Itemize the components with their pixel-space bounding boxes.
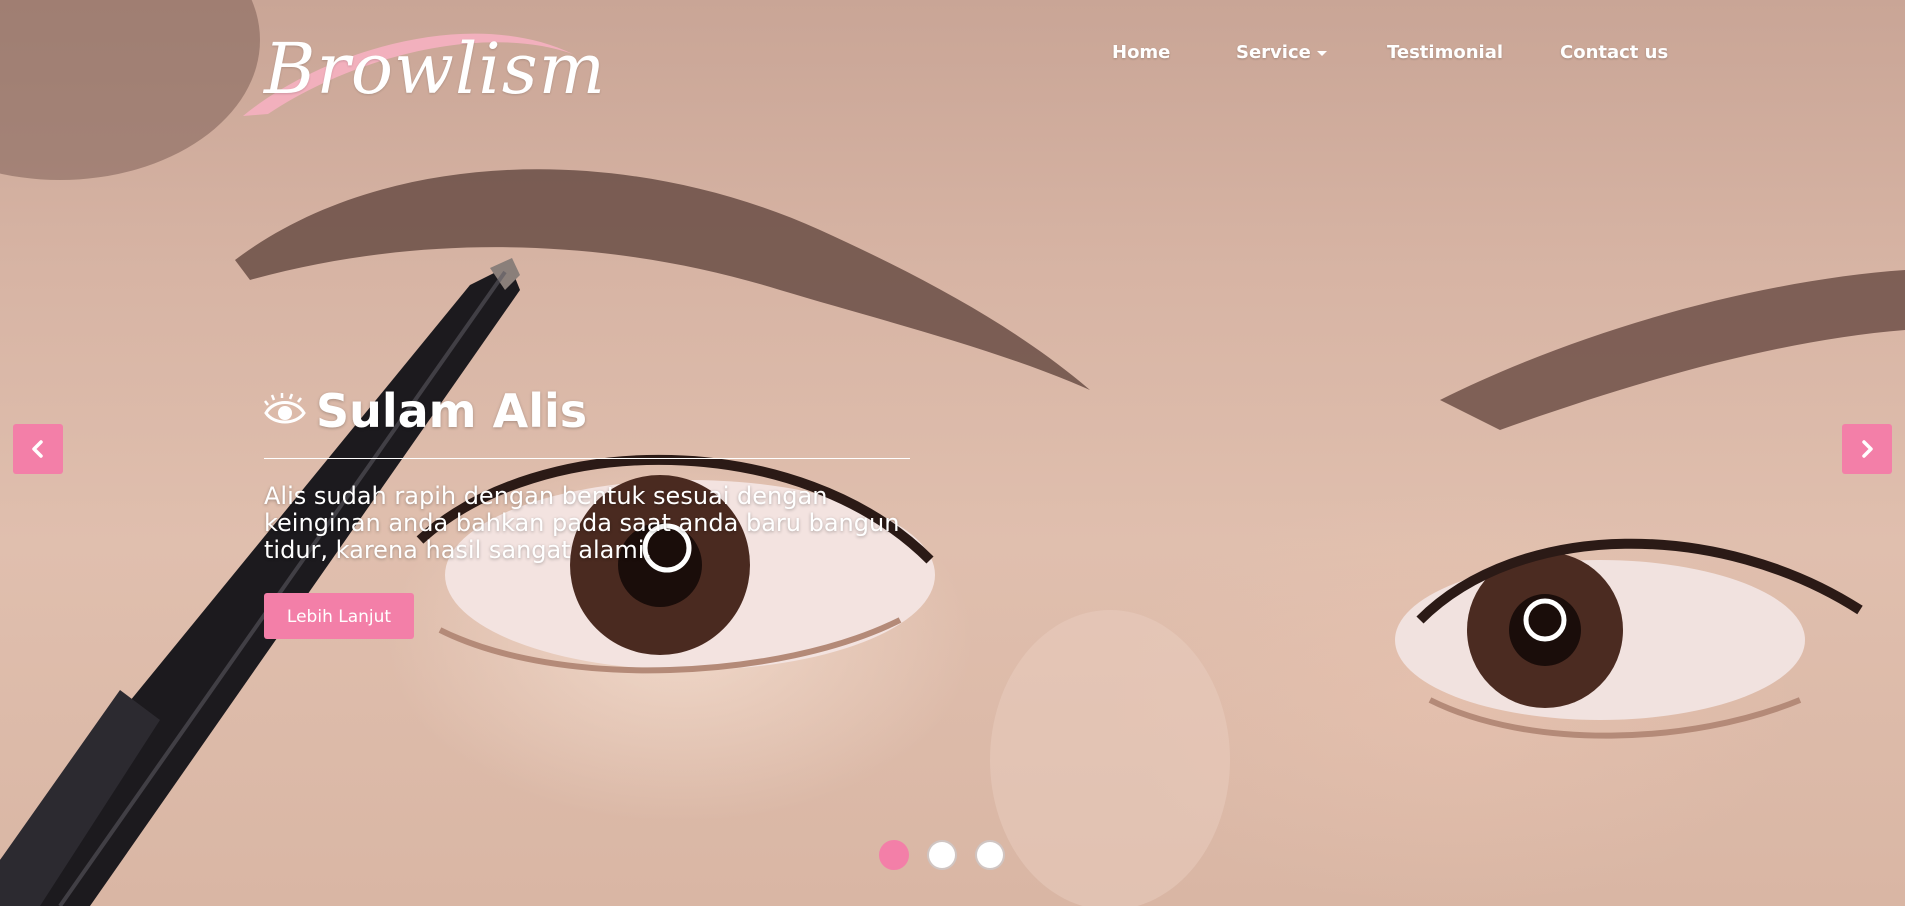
chevron-right-icon [1862,440,1873,458]
nav-service[interactable]: Service [1236,42,1327,63]
caret-down-icon [1316,50,1327,56]
chevron-left-icon [32,440,43,458]
hero-carousel: Browlism Home Service Testimonial Contac… [0,0,1905,906]
nav-contact[interactable]: Contact us [1560,42,1668,63]
carousel-next-button[interactable] [1842,424,1892,474]
learn-more-button[interactable]: Lebih Lanjut [264,593,414,639]
caption-description: Alis sudah rapih dengan bentuk sesuai de… [264,482,900,564]
carousel-dot-2[interactable] [927,840,957,870]
caption-title-row: Sulam Alis [264,384,910,438]
nav-service-label: Service [1236,42,1311,63]
nav-home[interactable]: Home [1112,42,1170,63]
caption-title: Sulam Alis [316,384,588,438]
main-nav: Home Service Testimonial Contact us [0,42,1905,66]
caption-divider [264,458,910,459]
brand-logo[interactable]: Browlism [238,14,605,124]
carousel-prev-button[interactable] [13,424,63,474]
eye-icon [264,393,306,424]
carousel-dot-1[interactable] [879,840,909,870]
nav-testimonial[interactable]: Testimonial [1387,42,1503,63]
carousel-dot-3[interactable] [975,840,1005,870]
slide-caption: Sulam Alis Alis sudah rapih dengan bentu… [264,384,910,639]
